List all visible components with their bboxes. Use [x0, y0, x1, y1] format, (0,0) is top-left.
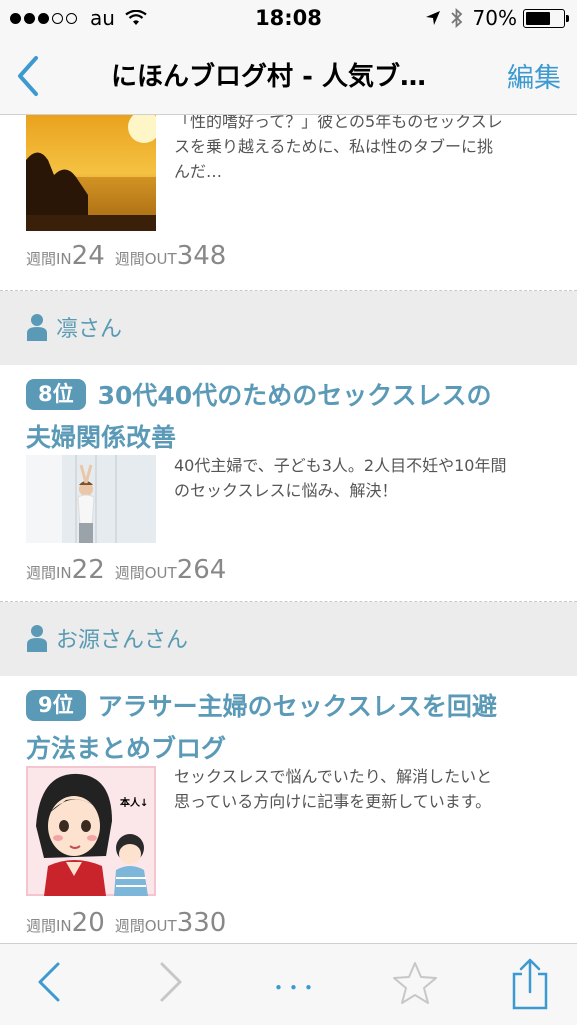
share-icon: [512, 958, 548, 1010]
woman-stretching-image: [26, 455, 156, 543]
person-icon: [27, 314, 47, 341]
back-button[interactable]: [34, 960, 64, 1008]
in-value: 20: [71, 908, 105, 938]
list-item[interactable]: 9位 アラサー主婦のセックスレスを回避 方法まとめブログ 本人↓ セックスレスで…: [0, 676, 577, 943]
blog-thumbnail[interactable]: 本人↓: [26, 766, 156, 896]
weekly-stats: 週間IN 24 週間OUT 348: [26, 241, 236, 271]
description-line: のセックスレスに悩み、解決！: [174, 481, 398, 500]
out-label: 週間OUT: [114, 917, 177, 935]
status-right: 70%: [425, 6, 569, 30]
bookmark-button[interactable]: [392, 960, 438, 1010]
blog-title[interactable]: 9位 アラサー主婦のセックスレスを回避: [26, 686, 497, 728]
rank-badge: 9位: [26, 690, 86, 721]
back-button[interactable]: [12, 54, 46, 98]
in-value: 22: [71, 555, 105, 585]
ranking-list[interactable]: 「性的嗜好って？」彼との5年ものセックスレ スを乗り越えるために、私は性のタブー…: [0, 115, 577, 943]
in-label: 週間IN: [26, 250, 72, 268]
status-bar: au 18:08 70%: [0, 0, 577, 38]
weekly-stats: 週間IN 22 週間OUT 264: [26, 555, 236, 585]
location-arrow-icon: [425, 11, 440, 25]
list-item[interactable]: 8位 30代40代のためのセックスレスの 夫婦関係改善 40代主婦で、子ども3人。…: [0, 365, 577, 602]
forward-button[interactable]: [156, 960, 186, 1008]
author-row[interactable]: お源さんさん: [0, 602, 577, 676]
title-line: アラサー主婦のセックスレスを回避: [97, 692, 497, 721]
title-line: 30代40代のためのセックスレスの: [97, 381, 492, 410]
more-button[interactable]: ･･･: [272, 968, 317, 1005]
out-value: 348: [176, 241, 227, 271]
share-button[interactable]: [510, 956, 550, 1016]
description-line: 思っている方向けに記事を更新しています。: [174, 792, 492, 811]
in-value: 24: [71, 241, 105, 271]
title-line: 夫婦関係改善: [26, 423, 177, 452]
bottom-toolbar: ･･･: [0, 943, 577, 1025]
sunset-image: [26, 115, 156, 231]
out-value: 264: [176, 555, 227, 585]
illustrated-author-image: 本人↓: [26, 766, 156, 896]
title-line: 方法まとめブログ: [26, 734, 227, 763]
weekly-stats: 週間IN 20 週間OUT 330: [26, 908, 236, 938]
author-name: お源さんさん: [56, 628, 189, 653]
blog-thumbnail[interactable]: [26, 115, 156, 231]
blog-description: 「性的嗜好って？」彼との5年ものセックスレ スを乗り越えるために、私は性のタブー…: [174, 115, 544, 184]
author-row[interactable]: 凛さん: [0, 291, 577, 365]
person-icon: [27, 625, 47, 652]
out-label: 週間OUT: [114, 564, 177, 582]
chevron-right-icon: [160, 962, 182, 1002]
list-item[interactable]: 「性的嗜好って？」彼との5年ものセックスレ スを乗り越えるために、私は性のタブー…: [0, 115, 577, 291]
description-line: 40代主婦で、子ども3人。2人目不妊や10年間: [174, 456, 507, 475]
author-name: 凛さん: [56, 317, 123, 342]
rank-badge: 8位: [26, 379, 86, 410]
blog-title[interactable]: 8位 30代40代のためのセックスレスの: [26, 375, 491, 417]
star-icon: [393, 962, 437, 1004]
in-label: 週間IN: [26, 564, 72, 582]
bluetooth-icon: [450, 8, 462, 28]
battery-percent: 70%: [472, 6, 517, 30]
battery-icon: [523, 8, 569, 28]
thumbnail-caption: 本人↓: [120, 796, 148, 809]
navigation-bar: にほんブログ村 - 人気ブ… 編集: [0, 38, 577, 115]
in-label: 週間IN: [26, 917, 72, 935]
out-label: 週間OUT: [114, 250, 177, 268]
blog-description: セックスレスで悩んでいたり、解消したいと 思っている方向けに記事を更新しています…: [174, 764, 544, 814]
edit-button[interactable]: 編集: [507, 56, 561, 95]
blog-title-continued[interactable]: 夫婦関係改善: [26, 417, 176, 459]
chevron-left-icon: [38, 962, 60, 1002]
page-title: にほんブログ村 - 人気ブ…: [111, 62, 426, 92]
out-value: 330: [176, 908, 227, 938]
description-line: スを乗り越えるために、私は性のタブーに挑: [174, 137, 494, 156]
blog-thumbnail[interactable]: [26, 455, 156, 543]
description-line: 「性的嗜好って？」彼との5年ものセックスレ: [174, 115, 503, 131]
chevron-left-icon: [18, 56, 38, 96]
description-line: セックスレスで悩んでいたり、解消したいと: [174, 767, 493, 786]
blog-description: 40代主婦で、子ども3人。2人目不妊や10年間 のセックスレスに悩み、解決！: [174, 453, 544, 503]
description-line: んだ…: [174, 162, 223, 181]
